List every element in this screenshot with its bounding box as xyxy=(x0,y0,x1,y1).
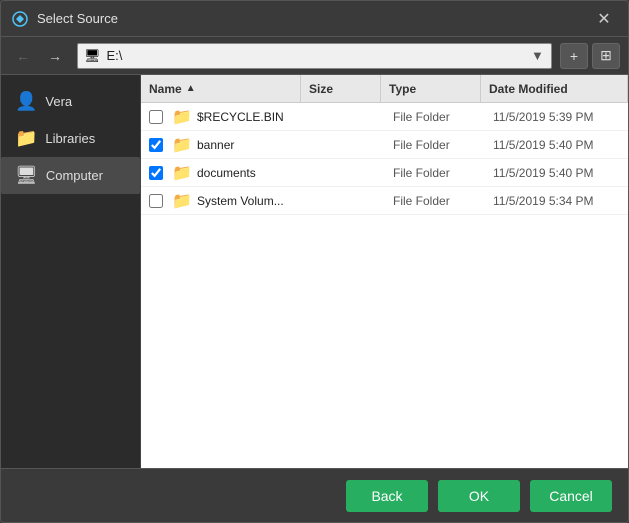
computer-icon: 🖥 xyxy=(15,165,38,186)
computer-icon: 🖥 xyxy=(84,48,101,64)
title-bar: Select Source ✕ xyxy=(1,1,628,37)
sidebar-item-libraries[interactable]: 📁 Libraries xyxy=(1,120,140,157)
row-checkbox-system[interactable] xyxy=(141,194,171,208)
libraries-icon: 📁 xyxy=(15,128,37,149)
file-date-recycle: 11/5/2019 5:39 PM xyxy=(493,110,628,124)
file-type-system: File Folder xyxy=(393,194,493,208)
file-list-header: Name ▲ Size Type Date Modified xyxy=(141,75,628,103)
main-content: 👤 Vera 📁 Libraries 🖥 Computer Name ▲ Size Typ… xyxy=(1,75,628,468)
sidebar-item-label-vera: Vera xyxy=(45,94,72,109)
dialog-icon xyxy=(11,10,29,28)
checkbox-input-system[interactable] xyxy=(149,194,163,208)
address-dropdown-icon[interactable]: ▼ xyxy=(531,48,545,63)
checkbox-input-recycle[interactable] xyxy=(149,110,163,124)
file-name-recycle: $RECYCLE.BIN xyxy=(193,110,313,124)
back-button[interactable]: Back xyxy=(346,480,428,512)
file-type-recycle: File Folder xyxy=(393,110,493,124)
view-button[interactable]: ⊞ xyxy=(592,43,620,69)
file-name-documents: documents xyxy=(193,166,313,180)
file-list-container: Name ▲ Size Type Date Modified 📁$RECYCLE… xyxy=(141,75,628,468)
row-checkbox-documents[interactable] xyxy=(141,166,171,180)
footer: Back OK Cancel xyxy=(1,468,628,522)
file-type-documents: File Folder xyxy=(393,166,493,180)
folder-icon-system: 📁 xyxy=(171,191,193,211)
checkbox-input-documents[interactable] xyxy=(149,166,163,180)
sidebar-item-vera[interactable]: 👤 Vera xyxy=(1,83,140,120)
col-header-name[interactable]: Name ▲ xyxy=(141,75,301,102)
file-date-banner: 11/5/2019 5:40 PM xyxy=(493,138,628,152)
file-name-system: System Volum... xyxy=(193,194,313,208)
file-name-banner: banner xyxy=(193,138,313,152)
table-row[interactable]: 📁documents File Folder11/5/2019 5:40 PM xyxy=(141,159,628,187)
table-row[interactable]: 📁$RECYCLE.BIN File Folder11/5/2019 5:39 P… xyxy=(141,103,628,131)
sidebar-item-label-libraries: Libraries xyxy=(45,131,95,146)
toolbar: ← → 🖥 E:\ ▼ + ⊞ xyxy=(1,37,628,75)
forward-nav-button[interactable]: → xyxy=(41,43,69,69)
row-checkbox-recycle[interactable] xyxy=(141,110,171,124)
col-header-date[interactable]: Date Modified xyxy=(481,75,628,102)
folder-icon-recycle: 📁 xyxy=(171,107,193,127)
sidebar-item-computer[interactable]: 🖥 Computer xyxy=(1,157,140,194)
select-source-dialog: Select Source ✕ ← → 🖥 E:\ ▼ + ⊞ 👤 Vera 📁 Li… xyxy=(0,0,629,523)
dialog-title: Select Source xyxy=(37,11,590,26)
close-button[interactable]: ✕ xyxy=(590,5,618,33)
folder-icon-documents: 📁 xyxy=(171,163,193,183)
file-date-system: 11/5/2019 5:34 PM xyxy=(493,194,628,208)
table-row[interactable]: 📁banner File Folder11/5/2019 5:40 PM xyxy=(141,131,628,159)
row-checkbox-banner[interactable] xyxy=(141,138,171,152)
back-nav-button[interactable]: ← xyxy=(9,43,37,69)
vera-icon: 👤 xyxy=(15,91,37,112)
new-folder-button[interactable]: + xyxy=(560,43,588,69)
ok-button[interactable]: OK xyxy=(438,480,520,512)
sidebar: 👤 Vera 📁 Libraries 🖥 Computer xyxy=(1,75,141,468)
table-row[interactable]: 📁System Volum... File Folder11/5/2019 5:3… xyxy=(141,187,628,215)
file-date-documents: 11/5/2019 5:40 PM xyxy=(493,166,628,180)
folder-icon-banner: 📁 xyxy=(171,135,193,155)
sidebar-item-label-computer: Computer xyxy=(46,168,103,183)
address-text: E:\ xyxy=(107,48,525,63)
cancel-button[interactable]: Cancel xyxy=(530,480,612,512)
col-header-type[interactable]: Type xyxy=(381,75,481,102)
col-header-size[interactable]: Size xyxy=(301,75,381,102)
address-bar[interactable]: 🖥 E:\ ▼ xyxy=(77,43,552,69)
file-type-banner: File Folder xyxy=(393,138,493,152)
file-list-body: 📁$RECYCLE.BINFile Folder11/5/2019 5:39 P… xyxy=(141,103,628,468)
checkbox-input-banner[interactable] xyxy=(149,138,163,152)
